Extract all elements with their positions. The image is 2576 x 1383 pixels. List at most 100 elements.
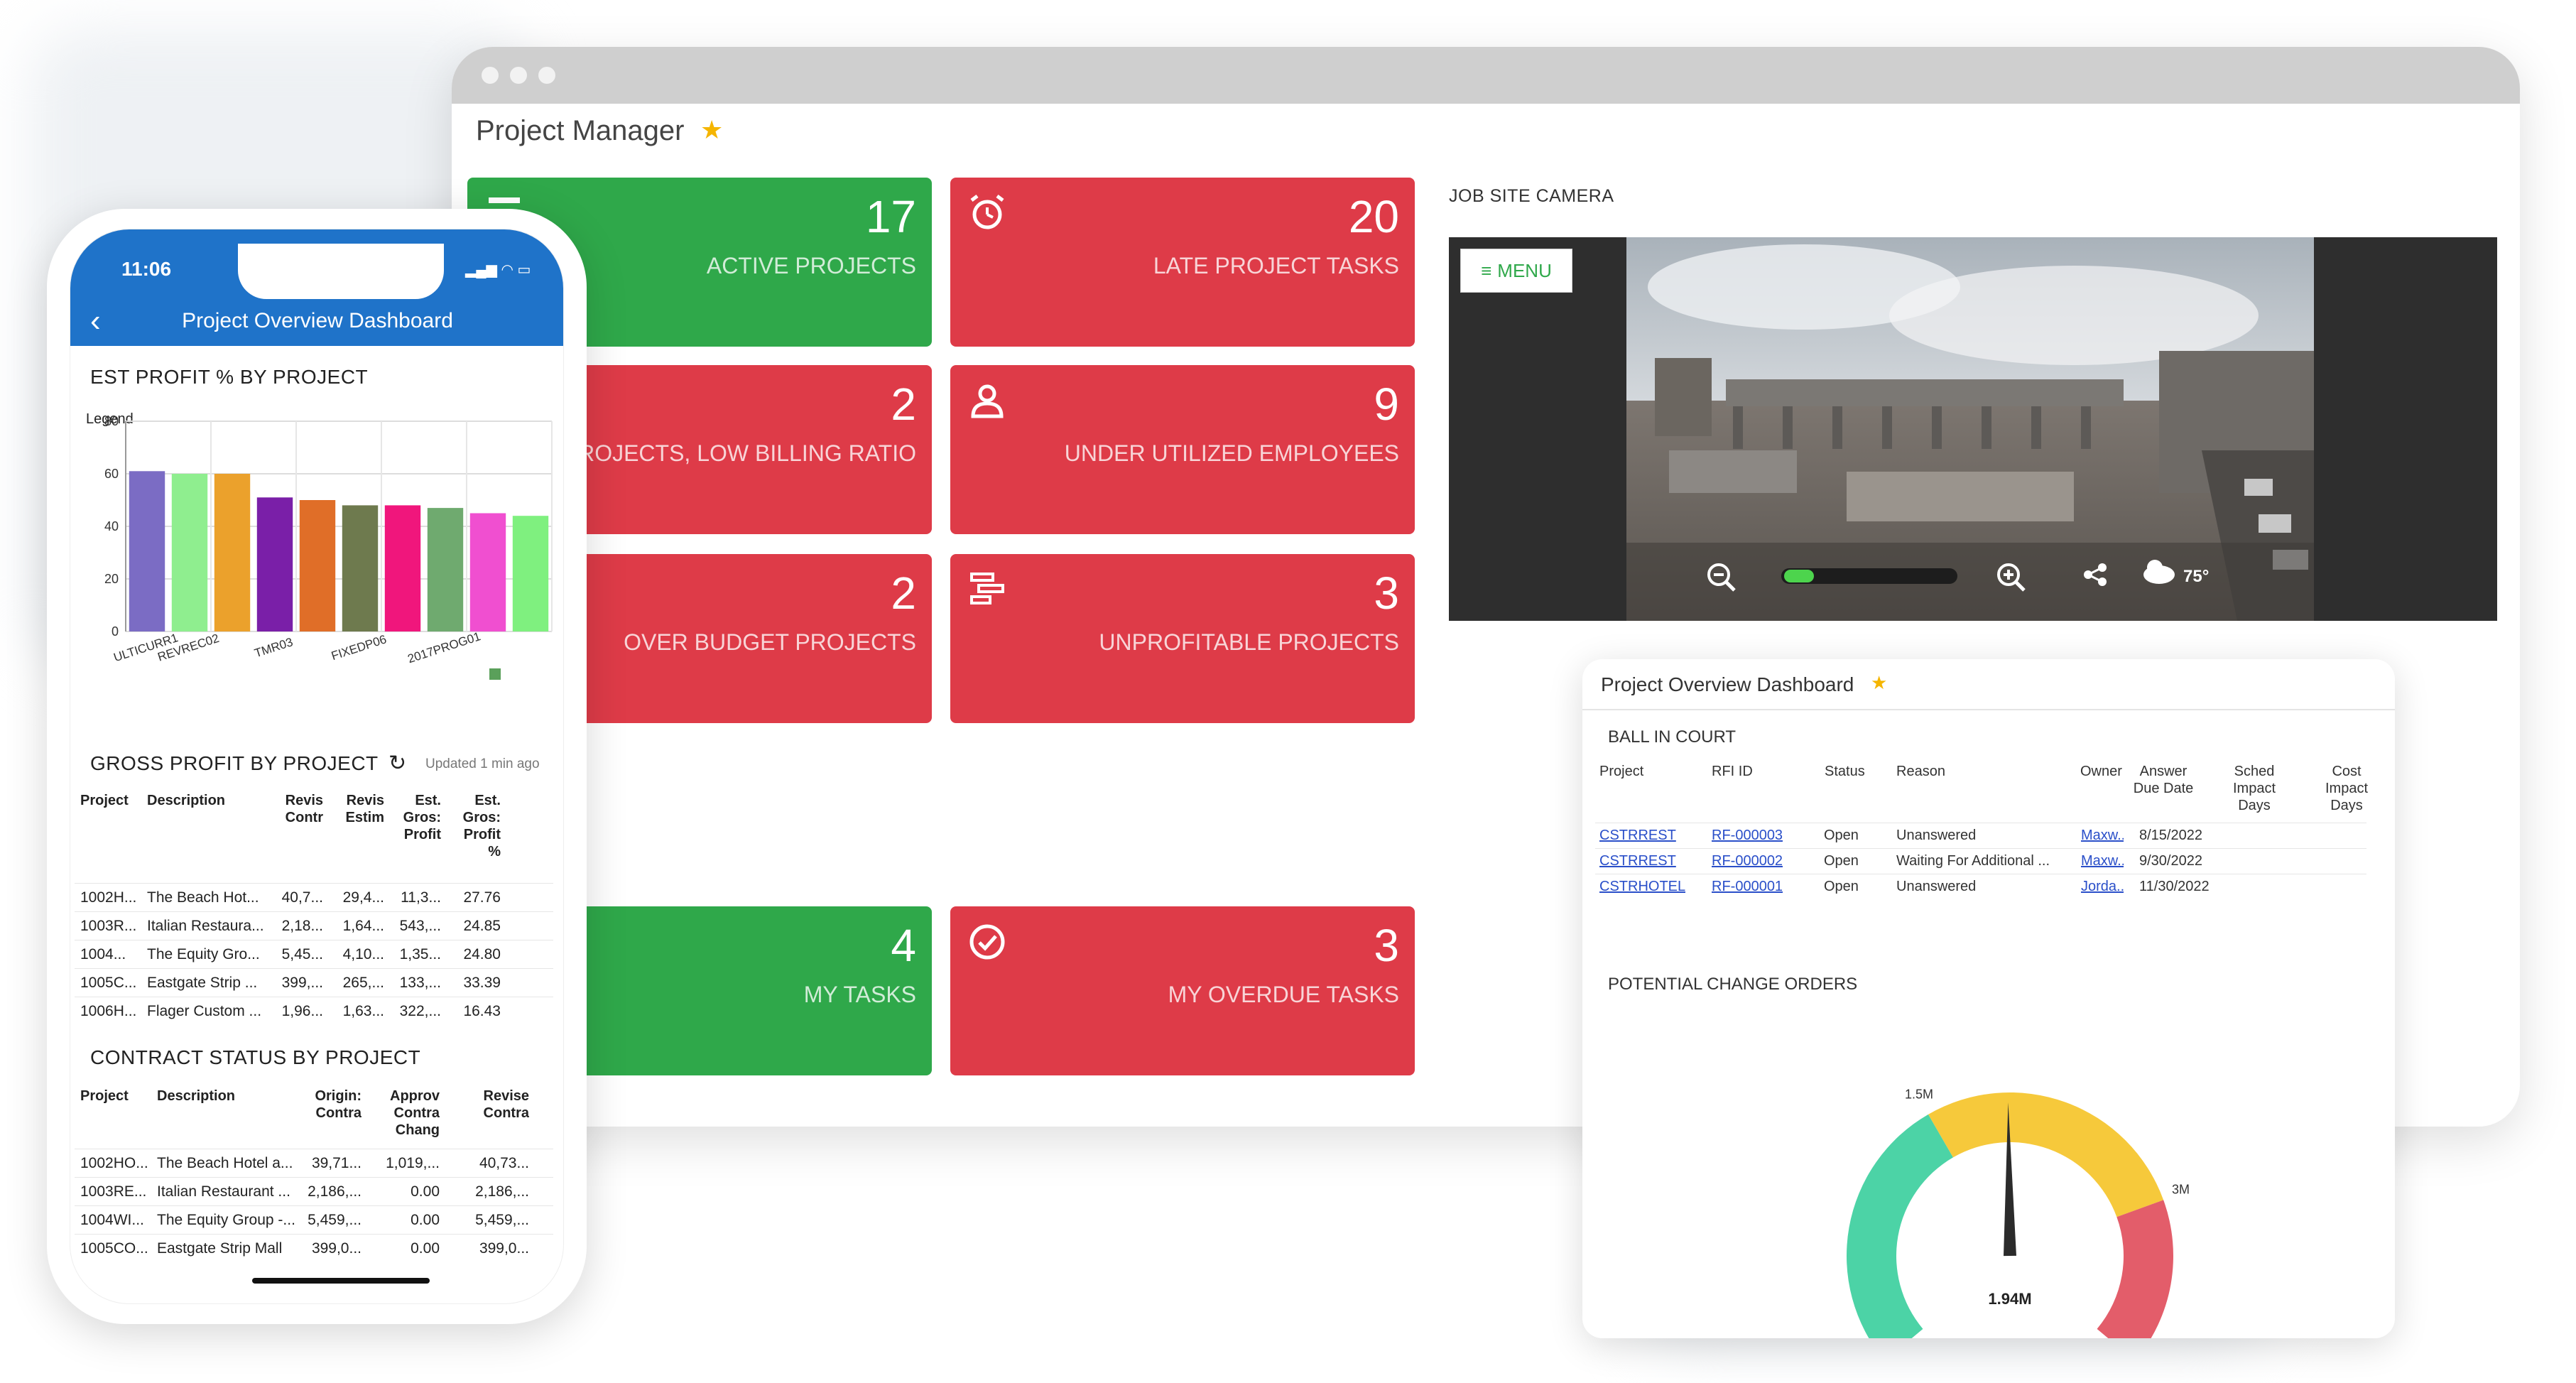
- app-title: Project Overview Dashboard: [182, 309, 453, 332]
- kpi-label: MY TASKS: [803, 982, 916, 1007]
- check-circle-icon: [969, 924, 1005, 960]
- column-header: Origin: Contra: [315, 1088, 362, 1121]
- bar[interactable]: [256, 497, 293, 631]
- gauge-band: [1928, 1092, 2164, 1217]
- home-indicator: [252, 1278, 430, 1284]
- kpi-value: 17: [865, 191, 916, 242]
- table-row[interactable]: 1004WI... The Equity Group -... 5,459,... 0…: [75, 1205, 553, 1234]
- table-row[interactable]: 1005CO... Eastgate Strip Mall 399,0... 0.00…: [75, 1234, 553, 1262]
- kpi-label: UNPROFITABLE PROJECTS: [1099, 629, 1399, 655]
- table-cell: 133,...: [399, 975, 441, 991]
- table-cell: 16.43: [463, 1003, 501, 1019]
- table-row: CSTRHOTEL RF-000001 Open Unanswered Jorda...…: [1595, 874, 2366, 899]
- table-cell: Unanswered: [1896, 828, 1977, 843]
- col-reason: Reason: [1896, 764, 1945, 779]
- table-cell[interactable]: CSTRREST: [1599, 853, 1676, 869]
- table-row[interactable]: 1003R... Italian Restaura... 2,18... 1,64..…: [75, 911, 553, 940]
- favorite-star-icon[interactable]: ★: [1871, 672, 1887, 694]
- job-site-camera-feed[interactable]: ≡ MENU 75°: [1449, 237, 2497, 621]
- table-cell[interactable]: CSTRHOTEL: [1599, 879, 1685, 895]
- column-header: Revise Contra: [483, 1088, 530, 1121]
- bar[interactable]: [469, 513, 506, 632]
- bar[interactable]: [299, 500, 336, 631]
- table-row[interactable]: 1002H... The Beach Hot... 40,7... 29,4... 11…: [75, 883, 553, 911]
- table-cell[interactable]: Jorda...: [2081, 879, 2124, 895]
- bar[interactable]: [512, 516, 549, 631]
- table-cell: The Beach Hot...: [147, 889, 259, 906]
- column-header: Revis Contr: [285, 793, 323, 825]
- kpi-tile[interactable]: 3 UNPROFITABLE PROJECTS: [950, 554, 1415, 723]
- table-cell: 2,186,...: [308, 1183, 362, 1200]
- y-tick-label: 40: [104, 519, 119, 533]
- x-tick-label: FIXEDP06: [330, 632, 388, 663]
- table-cell: Italian Restaura...: [147, 918, 264, 934]
- table-cell: 1,96...: [281, 1003, 323, 1019]
- divider: [1582, 709, 2395, 710]
- kpi-tile[interactable]: 20 LATE PROJECT TASKS: [950, 178, 1415, 347]
- zoom-out-icon[interactable]: [1707, 563, 1736, 592]
- table-cell: Flager Custom ...: [147, 1003, 262, 1019]
- col-cost-impact: Cost Impact Days: [2325, 764, 2369, 813]
- table-cell[interactable]: Maxw...: [2081, 853, 2124, 869]
- bar[interactable]: [427, 508, 464, 631]
- gauge-tick-label: 3M: [2172, 1182, 2190, 1196]
- table-row[interactable]: 1005C... Eastgate Strip ... 399,... 265,...…: [75, 968, 553, 997]
- table-cell: 399,...: [281, 975, 323, 991]
- table-cell[interactable]: RF-000003: [1712, 828, 1783, 844]
- favorite-star-icon[interactable]: ★: [700, 115, 723, 145]
- column-header: Revis Estim: [345, 793, 384, 825]
- table-cell: 543,...: [399, 918, 441, 934]
- bar[interactable]: [384, 505, 421, 631]
- table-cell: The Beach Hotel a...: [157, 1155, 293, 1171]
- table-cell: 1002H...: [80, 889, 137, 906]
- table-cell[interactable]: RF-000001: [1712, 879, 1783, 895]
- bar[interactable]: [129, 471, 165, 631]
- refresh-icon[interactable]: ↻: [388, 751, 406, 776]
- table-cell: 27.76: [463, 889, 501, 906]
- bar[interactable]: [342, 505, 379, 631]
- ball-in-court-title: BALL IN COURT: [1608, 727, 1737, 747]
- potential-change-orders-title: POTENTIAL CHANGE ORDERS: [1608, 975, 1858, 994]
- profit-bar-chart: 020406080ULTICURR1REVREC02 TMR03 FIXEDP06 2…: [104, 414, 553, 680]
- y-tick-label: 80: [104, 414, 119, 428]
- table-cell: Eastgate Strip Mall: [157, 1240, 283, 1257]
- table-cell: 1005C...: [80, 975, 137, 991]
- window-dot: [482, 67, 499, 84]
- table-cell: 4,10...: [342, 946, 384, 962]
- bar[interactable]: [214, 474, 251, 631]
- table-row[interactable]: 1002HO... The Beach Hotel a... 39,71... 1,0…: [75, 1149, 553, 1177]
- zoom-slider[interactable]: [1781, 568, 1957, 584]
- gauge-value-label: 1.94M: [1988, 1290, 2031, 1308]
- table-cell: Unanswered: [1896, 879, 1977, 894]
- table-cell[interactable]: RF-000002: [1712, 853, 1783, 869]
- table-row[interactable]: 1006H... Flager Custom ... 1,96... 1,63... 3…: [75, 997, 553, 1025]
- dashboard-card: Project Overview Dashboard ★ BALL IN COU…: [1582, 659, 2395, 1338]
- gauge-tick-label: 1.5M: [1905, 1087, 1933, 1101]
- table-cell[interactable]: CSTRREST: [1599, 828, 1676, 844]
- weather-temperature: 75°: [2183, 567, 2210, 586]
- zoom-in-icon[interactable]: [1997, 563, 2026, 592]
- kpi-tile[interactable]: 9 UNDER UTILIZED EMPLOYEES: [950, 365, 1415, 534]
- gauge-band: [2097, 1200, 2173, 1338]
- table-cell[interactable]: Maxw...: [2081, 828, 2124, 844]
- table-row[interactable]: 1004... The Equity Gro... 5,45... 4,10... 1,…: [75, 940, 553, 968]
- table-cell: The Equity Gro...: [147, 946, 260, 962]
- kpi-value: 20: [1348, 191, 1399, 242]
- share-icon[interactable]: [2084, 563, 2107, 586]
- bar[interactable]: [171, 474, 208, 631]
- table-cell: 40,73...: [479, 1155, 529, 1171]
- table-cell: 1006H...: [80, 1003, 137, 1019]
- column-header: Description: [147, 793, 226, 808]
- table-cell: Open: [1824, 853, 1859, 869]
- kpi-label: UNDER UTILIZED EMPLOYEES: [1064, 440, 1399, 466]
- table-cell: 1002HO...: [80, 1155, 148, 1171]
- table-row[interactable]: 1003RE... Italian Restaurant ... 2,186,...…: [75, 1177, 553, 1205]
- table-cell: 8/15/2022: [2139, 828, 2202, 843]
- alarm-clock-icon: [970, 195, 1004, 229]
- table-cell: 265,...: [342, 975, 384, 991]
- status-time: 11:06: [121, 258, 172, 280]
- browser-title-bar: [452, 47, 2520, 104]
- kpi-tile[interactable]: 3 MY OVERDUE TASKS: [950, 906, 1415, 1075]
- chart-export-icon[interactable]: [489, 668, 501, 680]
- gross-profit-title: GROSS PROFIT BY PROJECT: [90, 752, 379, 774]
